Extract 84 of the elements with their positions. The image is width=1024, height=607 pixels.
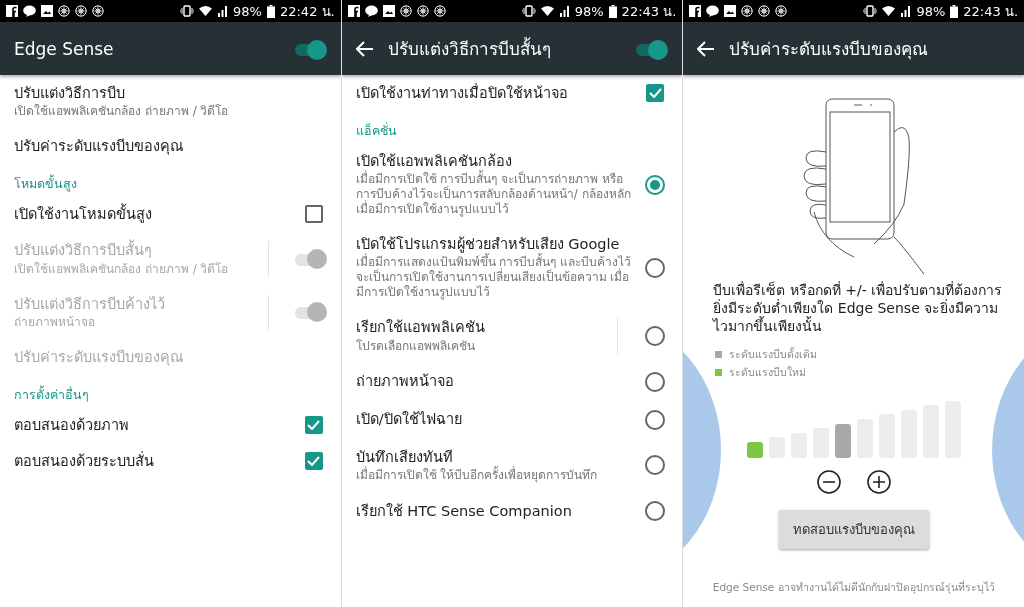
footnote: Edge Sense อาจทำงานได้ไม่ดีนักกับฝาปิดอุปกรณ์รุ่นที่ระบุไว้ xyxy=(712,579,995,596)
setting-title: เรียกใช้แอพพลิเคชัน xyxy=(355,318,486,337)
radio-button[interactable] xyxy=(645,325,666,346)
facebook-icon xyxy=(347,5,360,17)
vibrate-icon xyxy=(180,5,195,17)
setting-title: ปรับแต่งวิธีการบีบค้างไว้ xyxy=(14,294,166,313)
setting-title: เรียกใช้ HTC Sense Companion xyxy=(355,501,573,520)
facebook-icon xyxy=(689,5,702,17)
section-header: แอ็คชั่น xyxy=(354,121,398,141)
wifi-icon xyxy=(199,5,213,17)
radio-button[interactable] xyxy=(645,371,666,392)
flower-icon xyxy=(92,5,104,17)
image-icon xyxy=(382,5,395,17)
back-button[interactable] xyxy=(697,40,716,57)
back-button[interactable] xyxy=(355,40,374,57)
test-squeeze-button[interactable]: ทดสอบแรงบีบของคุณ xyxy=(778,509,929,549)
battery-percent: 98% xyxy=(233,3,262,19)
setting-title: ตอบสนองด้วยระบบสั่น xyxy=(14,451,155,470)
radio-button[interactable] xyxy=(645,409,666,430)
signal-icon xyxy=(558,5,570,17)
setting-description: เมื่อมีการเปิดใช้ การบีบสั้นๆ จะเป็นการถ่ายภาพ หรือการบีบค้างไว้จะเป็นการสลับกล้องด้านหน้า/ กล้องหลัก เมื่อมีการเปิดใช้งานรูปแบบไว้ xyxy=(355,172,632,218)
setting-title: ปรับค่าระดับแรงบีบของคุณ xyxy=(14,137,184,156)
setting-title: เปิดใช้งานท่าทางเมื่อปิดใช้หน้าจอ xyxy=(355,84,569,103)
flower-icon xyxy=(775,5,788,17)
setting-title: ปรับแต่งวิธีการบีบสั้นๆ xyxy=(14,241,244,260)
image-icon xyxy=(724,5,737,17)
setting-description: เปิดใช้แอพพลิเคชันกล้อง ถ่ายภาพ / วิดีโอ xyxy=(14,104,230,120)
setting-title: ปรับค่าระดับแรงบีบของคุณ xyxy=(14,347,184,366)
clock: 22:42 น. xyxy=(279,2,335,21)
flower-icon xyxy=(399,5,412,17)
battery-icon xyxy=(950,4,959,18)
chat-bubble-icon xyxy=(364,5,378,17)
clock: 22:43 น. xyxy=(963,2,1018,21)
signal-icon xyxy=(900,5,912,17)
flower-icon xyxy=(75,5,87,17)
radio-button[interactable] xyxy=(645,500,666,521)
battery-icon xyxy=(608,4,617,18)
wifi-icon xyxy=(882,5,896,17)
app-bar-title: Edge Sense xyxy=(14,38,115,59)
vibrate-icon xyxy=(863,5,878,17)
legend-label: ระดับแรงบีบใหม่ xyxy=(729,364,807,380)
flower-icon xyxy=(58,5,70,17)
setting-description: ถ่ายภาพหน้าจอ xyxy=(14,314,96,330)
setting-title: ปรับแต่งวิธีการบีบ xyxy=(14,84,126,103)
setting-title: ถ่ายภาพหน้าจอ xyxy=(355,372,455,391)
wifi-icon xyxy=(540,5,554,17)
checkbox[interactable] xyxy=(304,415,323,434)
setting-title: บันทึกเสียงทันที xyxy=(355,447,454,466)
flower-icon xyxy=(433,5,446,17)
setting-title: เปิดใช้แอพพลิเคชันกล้อง xyxy=(355,152,513,170)
flower-icon xyxy=(741,5,754,17)
chat-bubble-icon xyxy=(706,5,720,17)
section-header: โหมดขั้นสูง xyxy=(13,173,78,194)
vibrate-icon xyxy=(521,5,536,17)
checkbox[interactable] xyxy=(304,451,323,470)
radio-button[interactable] xyxy=(645,257,666,278)
setting-title: เปิด/ปิดใช้ไฟฉาย xyxy=(355,410,463,429)
instruction-text: บีบเพื่อรีเซ็ต หรือกดที่ +/- เพื่อปรับตามที่ต้องการ ยิ่งมีระดับต่ำเพียงใด Edge Sense จะยิ่งมีความไวมากขึ้นเพียงนั้น xyxy=(711,281,1004,336)
clock: 22:43 น. xyxy=(621,2,677,21)
radio-button[interactable] xyxy=(645,455,666,476)
app-bar-title: ปรับค่าระดับแรงบีบของคุณ xyxy=(729,38,930,62)
minus-button[interactable] xyxy=(816,469,841,494)
setting-description: เมื่อมีการเปิดใช้ ให้บีบอีกครั้งเพื่อหยุดการบันทึก xyxy=(355,467,599,483)
radio-button[interactable] xyxy=(645,174,666,195)
checkbox[interactable] xyxy=(646,84,665,103)
image-icon xyxy=(41,5,53,17)
legend-label: ระดับแรงบีบดั้งเดิม xyxy=(729,346,818,362)
checkbox[interactable] xyxy=(304,205,323,224)
app-bar-title: ปรับแต่งวิธีการบีบสั้นๆ xyxy=(387,36,552,61)
flower-icon xyxy=(416,5,429,17)
battery-percent: 98% xyxy=(916,3,946,19)
signal-icon xyxy=(217,5,229,17)
plus-button[interactable] xyxy=(866,469,891,494)
setting-title: ตอบสนองด้วยภาพ xyxy=(14,415,130,434)
chat-bubble-icon xyxy=(23,5,36,17)
battery-percent: 98% xyxy=(574,3,604,19)
setting-description: โปรดเลือกแอพพลิเคชัน xyxy=(355,338,476,354)
section-header: การตั้งค่าอื่นๆ xyxy=(13,384,90,404)
flower-icon xyxy=(758,5,771,17)
setting-description: เปิดใช้แอพพลิเคชันกล้อง ถ่ายภาพ / วิดีโอ xyxy=(14,261,230,277)
facebook-icon xyxy=(6,5,18,17)
setting-title: เปิดใช้โปรแกรมผู้ช่วยสำหรับเสียง Google xyxy=(355,235,621,254)
battery-icon xyxy=(266,4,275,18)
setting-title: เปิดใช้งานโหมดขั้นสูง xyxy=(14,205,291,224)
